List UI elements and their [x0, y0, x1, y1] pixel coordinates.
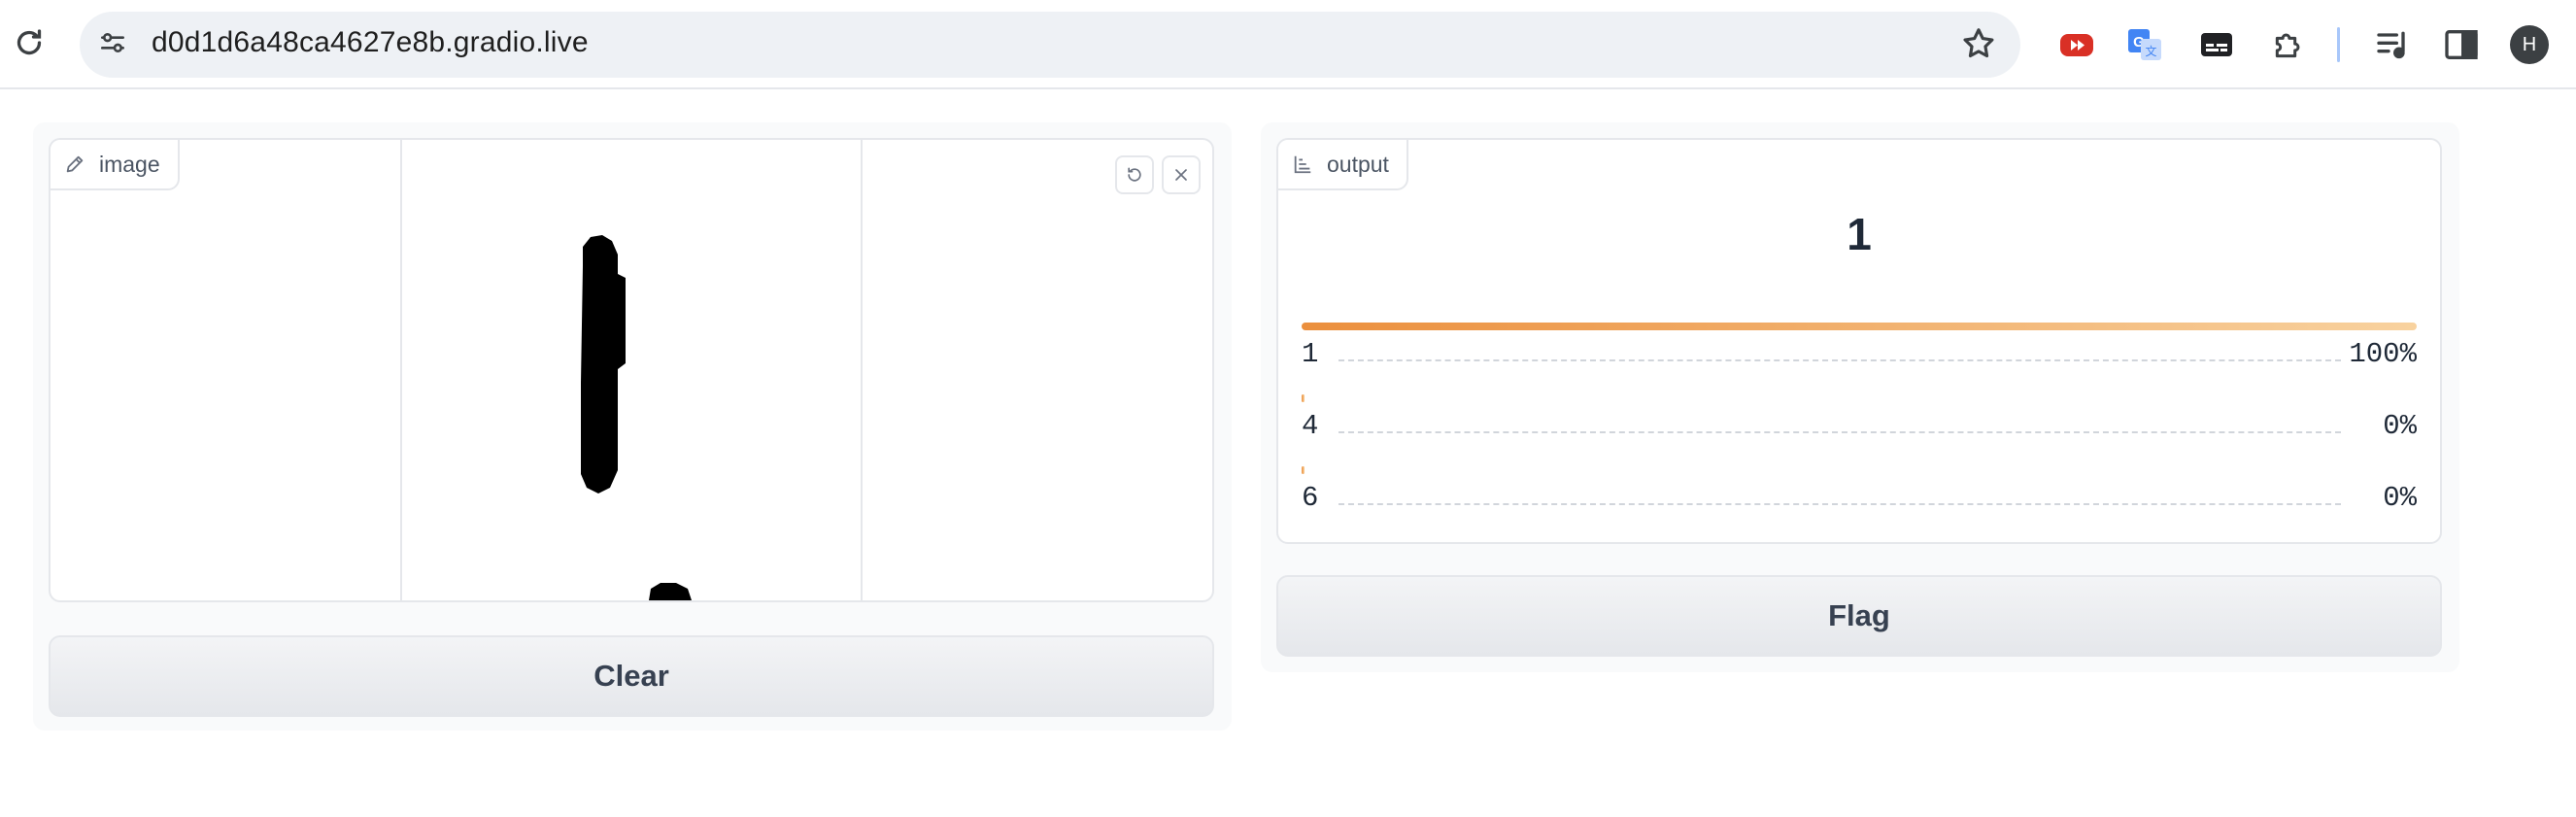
- confidence-bar: [1302, 466, 1305, 474]
- confidence-value: 0%: [2383, 410, 2417, 442]
- undo-button[interactable]: [1115, 155, 1154, 194]
- extensions-puzzle-icon[interactable]: [2269, 25, 2308, 64]
- confidence-class: 4: [1302, 410, 1319, 442]
- captions-extension-icon[interactable]: [2197, 25, 2236, 64]
- bookmark-star-icon[interactable]: [1960, 25, 1997, 62]
- site-info-icon[interactable]: [97, 27, 128, 58]
- svg-text:文: 文: [2145, 44, 2156, 58]
- flag-button[interactable]: Flag: [1276, 575, 2442, 657]
- input-panel: image Clear: [33, 122, 1232, 731]
- undo-icon: [1128, 167, 1141, 182]
- confidence-leader: [1339, 431, 2341, 433]
- reload-icon[interactable]: [12, 25, 47, 60]
- confidence-bar: [1302, 394, 1305, 402]
- image-label-tag: image: [51, 140, 180, 190]
- confidence-class: 1: [1302, 338, 1319, 370]
- youtube-extension-icon[interactable]: [2057, 25, 2096, 64]
- side-panel-icon[interactable]: [2442, 25, 2481, 64]
- clear-image-button[interactable]: [1162, 155, 1201, 194]
- confidence-bar: [1302, 323, 2417, 330]
- image-sketchpad[interactable]: image: [49, 138, 1214, 602]
- confidence-value: 0%: [2383, 482, 2417, 514]
- profile-avatar[interactable]: H: [2510, 25, 2549, 64]
- output-label: output: [1327, 151, 1389, 177]
- url-text[interactable]: d0d1d6a48ca4627e8b.gradio.live: [152, 26, 589, 59]
- label-output: output 1 1 100% 4 0% 6 0%: [1276, 138, 2442, 544]
- drawn-digit: [581, 235, 692, 600]
- confidence-leader: [1339, 503, 2341, 505]
- clear-button[interactable]: Clear: [49, 635, 1214, 717]
- confidence-class: 6: [1302, 482, 1319, 514]
- output-label-tag: output: [1278, 140, 1408, 190]
- media-controls-icon[interactable]: [2374, 25, 2413, 64]
- label-icon: [1294, 155, 1311, 174]
- pencil-icon: [66, 155, 84, 173]
- google-translate-extension-icon[interactable]: G 文: [2125, 25, 2164, 64]
- confidence-value: 100%: [2349, 338, 2417, 370]
- close-icon: [1175, 169, 1187, 181]
- predicted-label: 1: [1847, 209, 1872, 259]
- toolbar-divider: [2337, 27, 2340, 62]
- drawing-canvas[interactable]: [51, 140, 1212, 600]
- output-panel: output 1 1 100% 4 0% 6 0% Flag: [1261, 122, 2459, 672]
- image-label: image: [99, 151, 160, 177]
- confidence-leader: [1339, 359, 2341, 361]
- browser-toolbar: d0d1d6a48ca4627e8b.gradio.live G 文 H: [0, 0, 2576, 89]
